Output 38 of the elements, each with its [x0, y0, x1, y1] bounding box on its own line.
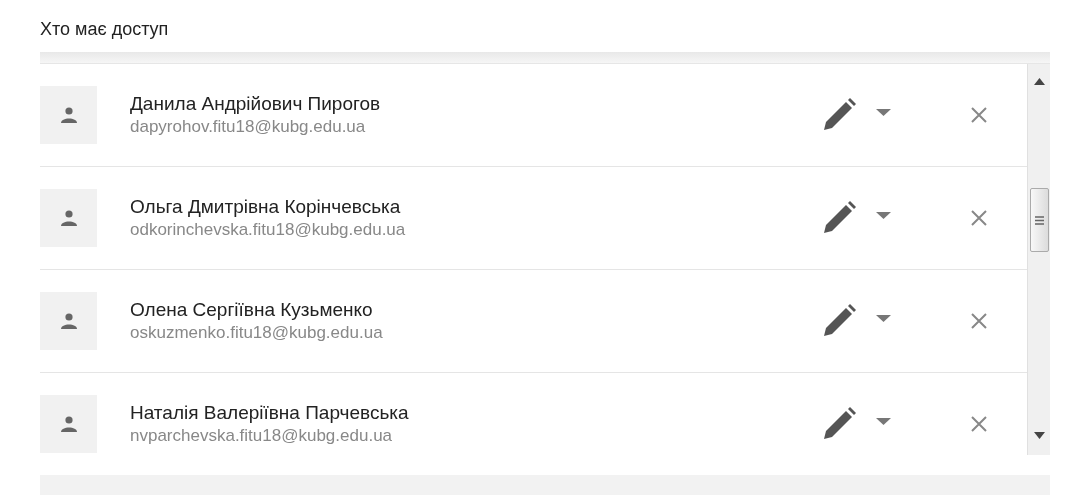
remove-button[interactable] [971, 416, 987, 432]
caret-icon [876, 314, 891, 322]
scroll-down-icon[interactable] [1033, 432, 1045, 439]
pencil-icon [822, 407, 856, 441]
remove-button[interactable] [971, 210, 987, 226]
scroll-up-icon[interactable] [1033, 78, 1045, 85]
close-icon [971, 313, 987, 329]
close-icon [971, 210, 987, 226]
caret-icon [876, 417, 891, 425]
person-icon [60, 313, 77, 329]
caret-icon [876, 211, 891, 219]
pencil-icon [822, 304, 856, 338]
person-icon [60, 416, 77, 432]
person-email: oskuzmenko.fitu18@kubg.edu.ua [130, 322, 383, 344]
caret-icon [876, 108, 891, 116]
permission-dropdown[interactable] [822, 201, 891, 235]
close-icon [971, 107, 987, 123]
person-name: Олена Сергіївна Кузьменко [130, 298, 374, 322]
section-title: Хто має доступ [40, 18, 170, 41]
person-email: nvparchevska.fitu18@kubg.edu.ua [130, 425, 394, 447]
permission-dropdown[interactable] [822, 304, 891, 338]
grip-icon [1034, 215, 1044, 225]
scrollbar[interactable] [1027, 64, 1050, 455]
person-name: Наталія Валеріївна Парчевська [130, 401, 409, 425]
person-icon [60, 107, 77, 123]
permission-dropdown[interactable] [822, 407, 891, 441]
person-email: dapyrohov.fitu18@kubg.edu.ua [130, 116, 367, 138]
close-icon [971, 416, 987, 432]
person-name: Ольга Дмитрівна Корінчевська [130, 195, 402, 219]
person-name: Данила Андрійович Пирогов [130, 92, 381, 116]
pencil-icon [822, 98, 856, 132]
person-icon [60, 210, 77, 226]
pencil-icon [822, 201, 856, 235]
person-email: odkorinchevska.fitu18@kubg.edu.ua [130, 219, 406, 241]
remove-button[interactable] [971, 313, 987, 329]
remove-button[interactable] [971, 107, 987, 123]
permission-dropdown[interactable] [822, 98, 891, 132]
scroll-thumb[interactable] [1029, 188, 1049, 252]
